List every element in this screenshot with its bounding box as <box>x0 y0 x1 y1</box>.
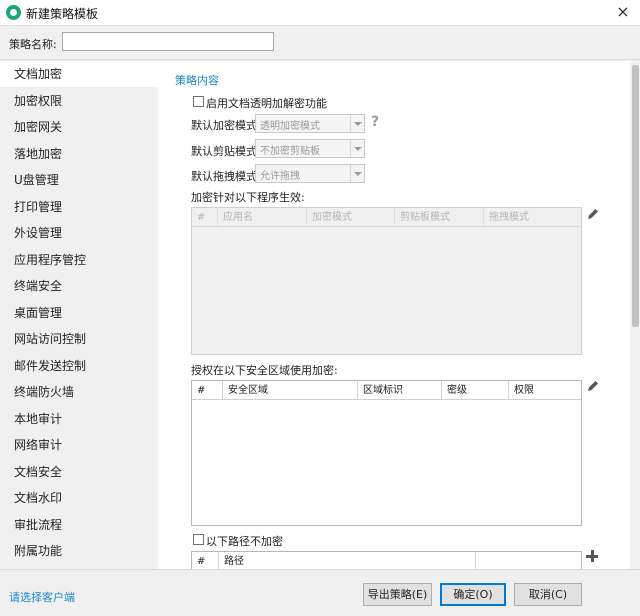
title-bar: 新建策略模板 × <box>0 0 640 26</box>
question-icon[interactable]: ? <box>371 114 379 130</box>
zones-table-header: # 安全区域 区域标识 密级 权限 <box>192 381 581 400</box>
default-encrypt-mode-label: 默认加密模式 <box>191 119 257 132</box>
policy-name-bar: 策略名称: <box>0 26 640 60</box>
sidebar-item-peripheral-management[interactable]: 外设管理 <box>0 220 158 246</box>
sidebar-item-encryption-permission[interactable]: 加密权限 <box>0 88 158 114</box>
sidebar-item-landing-encryption[interactable]: 落地加密 <box>0 141 158 167</box>
policy-name-input[interactable] <box>62 32 274 51</box>
sidebar-item-endpoint-firewall[interactable]: 终端防火墙 <box>0 379 158 405</box>
exclude-paths-checkbox[interactable] <box>193 534 204 545</box>
default-drag-mode-label: 默认拖拽模式 <box>191 170 257 183</box>
column-header-path: 路径 <box>219 552 476 569</box>
column-header-index: # <box>192 208 218 227</box>
export-policy-button[interactable]: 导出策略(E) <box>363 583 432 606</box>
close-button[interactable]: × <box>614 3 632 21</box>
sidebar-item-application-control[interactable]: 应用程序管控 <box>0 247 158 273</box>
sidebar-item-website-access-control[interactable]: 网站访问控制 <box>0 326 158 352</box>
chevron-down-icon <box>350 115 364 132</box>
column-header-security-zone: 安全区域 <box>223 381 358 400</box>
chevron-down-icon <box>350 140 364 157</box>
column-header-clipboard-mode: 剪贴板模式 <box>395 208 484 227</box>
sidebar-item-local-audit[interactable]: 本地审计 <box>0 406 158 432</box>
enable-transparent-label: 启用文档透明加解密功能 <box>206 97 327 110</box>
default-drag-mode-select[interactable]: 允许拖拽 <box>255 164 365 183</box>
sidebar-item-document-watermark[interactable]: 文档水印 <box>0 485 158 511</box>
select-client-link[interactable]: 请选择客户端 <box>9 589 75 605</box>
section-title: 策略内容 <box>175 74 219 87</box>
policy-name-label: 策略名称: <box>9 38 57 51</box>
window-title: 新建策略模板 <box>26 7 99 21</box>
sidebar-item-encryption-gateway[interactable]: 加密网关 <box>0 114 158 140</box>
programs-table-header: # 应用名 加密模式 剪贴板模式 拖拽模式 <box>192 208 581 227</box>
sidebar-item-auxiliary-functions[interactable]: 附属功能 <box>0 538 158 564</box>
add-path-plus-icon[interactable] <box>586 550 598 562</box>
exclude-paths-label: 以下路径不加密 <box>206 535 283 548</box>
sidebar-item-desktop-management[interactable]: 桌面管理 <box>0 300 158 326</box>
paths-table[interactable]: # 路径 <box>191 551 582 569</box>
default-encrypt-mode-select[interactable]: 透明加密模式 <box>255 114 365 133</box>
default-clipboard-mode-select[interactable]: 不加密剪贴板 <box>255 139 365 158</box>
paths-table-header: # 路径 <box>192 552 581 569</box>
cancel-button[interactable]: 取消(C) <box>514 583 582 606</box>
chevron-down-icon <box>350 165 364 182</box>
column-header-permission: 权限 <box>514 385 534 396</box>
zones-table[interactable]: # 安全区域 区域标识 密级 权限 <box>191 380 582 526</box>
sidebar-item-print-management[interactable]: 打印管理 <box>0 194 158 220</box>
footer-bar: 请选择客户端 导出策略(E) 确定(O) 取消(C) <box>0 569 640 616</box>
sidebar-item-document-encryption[interactable]: 文档加密 <box>0 61 158 87</box>
default-drag-mode-value: 允许拖拽 <box>260 171 300 182</box>
app-logo-icon <box>6 5 21 20</box>
zones-label: 授权在以下安全区域使用加密: <box>191 364 338 377</box>
sidebar-nav: 文档加密 加密权限 加密网关 落地加密 U盘管理 打印管理 外设管理 应用程序管… <box>0 61 158 569</box>
programs-table[interactable]: # 应用名 加密模式 剪贴板模式 拖拽模式 <box>191 207 582 355</box>
edit-zones-pencil-icon[interactable] <box>586 379 600 393</box>
programs-label: 加密针对以下程序生效: <box>191 191 305 204</box>
sidebar-item-document-security[interactable]: 文档安全 <box>0 459 158 485</box>
sidebar-item-endpoint-security[interactable]: 终端安全 <box>0 273 158 299</box>
edit-programs-pencil-icon[interactable] <box>586 207 600 221</box>
default-clipboard-mode-value: 不加密剪贴板 <box>260 146 320 157</box>
column-header-security-level: 密级 <box>442 381 509 400</box>
ok-button[interactable]: 确定(O) <box>440 583 506 606</box>
column-header-index: # <box>192 552 219 569</box>
column-header-index: # <box>192 381 223 400</box>
sidebar-item-email-send-control[interactable]: 邮件发送控制 <box>0 353 158 379</box>
sidebar-item-approval-workflow[interactable]: 审批流程 <box>0 512 158 538</box>
column-header-drag-mode: 拖拽模式 <box>489 212 529 223</box>
enable-transparent-checkbox[interactable] <box>193 96 204 107</box>
column-header-zone-id: 区域标识 <box>358 381 442 400</box>
scrollbar-thumb[interactable] <box>632 65 639 327</box>
column-header-app-name: 应用名 <box>218 208 307 227</box>
default-clipboard-mode-label: 默认剪贴模式 <box>191 145 257 158</box>
content-scrollbar[interactable] <box>631 61 640 569</box>
sidebar-item-usb-management[interactable]: U盘管理 <box>0 167 158 193</box>
default-encrypt-mode-value: 透明加密模式 <box>260 121 320 132</box>
column-header-encrypt-mode: 加密模式 <box>307 208 395 227</box>
sidebar-item-network-audit[interactable]: 网络审计 <box>0 432 158 458</box>
